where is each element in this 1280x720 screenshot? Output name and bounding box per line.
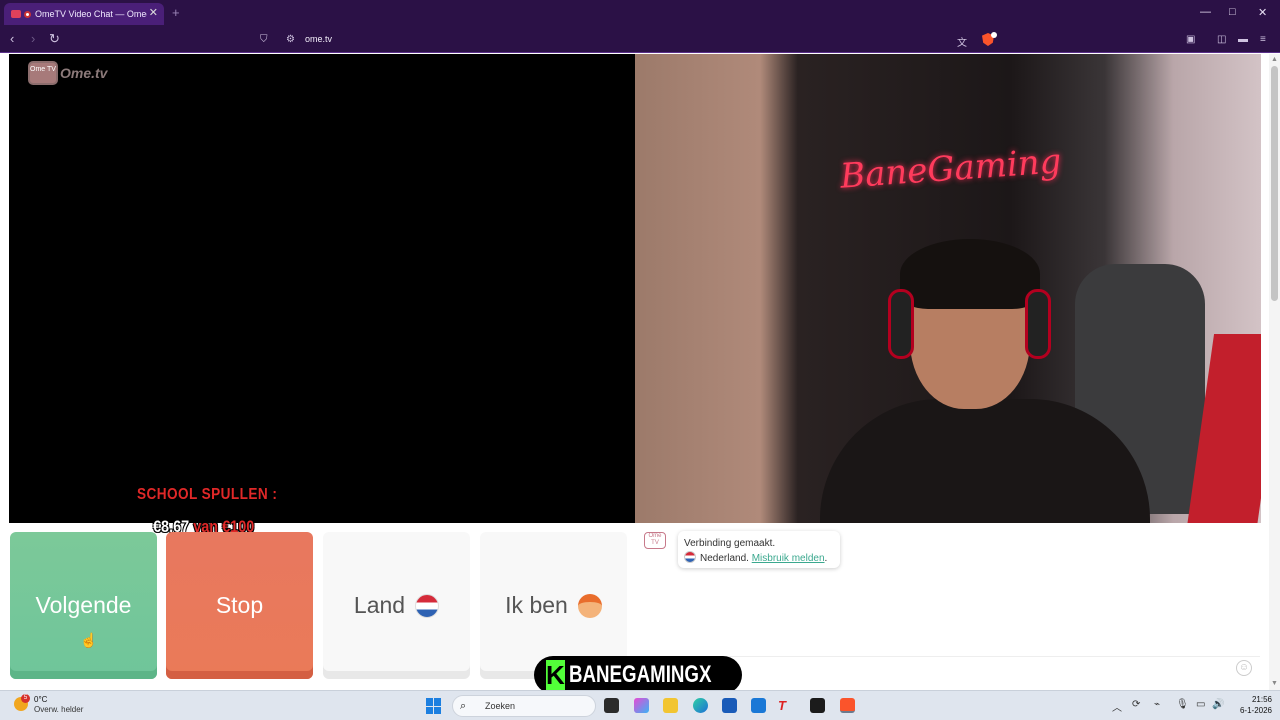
stranger-video: Ome TV Ome.tv SCHOOL SPULLEN : €8,67 van… <box>9 54 635 536</box>
display-icon[interactable]: ▭ <box>1196 699 1205 710</box>
report-abuse-link[interactable]: Misbruik melden <box>752 553 825 564</box>
store-icon[interactable] <box>722 698 737 713</box>
back-icon[interactable]: ‹ <box>10 32 14 46</box>
file-explorer-icon[interactable] <box>663 698 678 713</box>
ometv-favicon-icon <box>11 10 21 18</box>
maximize-button[interactable]: □ <box>1229 6 1236 18</box>
weather-alert-badge: 5 <box>21 694 30 703</box>
search-icon: ⌕ <box>460 700 467 712</box>
clock-time: 21:56 <box>1251 695 1272 704</box>
start-tile <box>434 706 441 714</box>
shields-badge <box>991 32 997 38</box>
streamer-badge: K BANEGAMINGX <box>534 656 742 694</box>
close-window-button[interactable]: ✕ <box>1258 6 1267 19</box>
partner-country-line: Nederland. Misbruik melden. <box>684 551 834 566</box>
clock-date: 6-1-2026 <box>1239 706 1272 715</box>
page-scrollbar[interactable]: ▲ ▼ <box>1269 54 1280 690</box>
copilot-icon[interactable] <box>634 698 649 713</box>
headphone-right <box>1025 289 1051 359</box>
translate-icon[interactable]: 文 <box>957 34 967 49</box>
report-link-period: . <box>824 553 828 564</box>
new-tab-button[interactable]: + <box>172 5 180 20</box>
minimize-button[interactable]: — <box>1200 6 1211 18</box>
logo-text: Ome.tv <box>60 65 108 81</box>
text-app-icon[interactable]: T <box>778 698 793 713</box>
netherlands-flag-icon <box>415 593 440 618</box>
tab-close-icon[interactable]: ✕ <box>149 6 158 19</box>
bookmark-icon[interactable]: ⛉ <box>260 34 268 45</box>
start-button[interactable] <box>426 698 442 714</box>
recording-icon <box>24 10 31 18</box>
edge-icon[interactable] <box>693 698 708 713</box>
start-tile <box>426 706 433 714</box>
ometv-chat-logo-icon: Ome TV <box>644 532 666 549</box>
sidebar-icon[interactable]: ◫ <box>1217 34 1226 45</box>
start-tile <box>434 698 441 706</box>
browser-tab[interactable]: OmeTV Video Chat — Omeg ✕ <box>4 3 164 25</box>
hand-cursor-icon: ☝ <box>80 632 98 648</box>
microphone-icon[interactable]: 🎙 <box>1176 699 1189 710</box>
partner-country: Nederland. <box>700 553 749 564</box>
reload-icon[interactable]: ↻ <box>49 32 60 46</box>
scroll-down-icon[interactable]: ▼ <box>1271 680 1278 687</box>
outlook-icon[interactable] <box>751 698 766 713</box>
tab-search-icon[interactable]: ▣ <box>1186 34 1195 45</box>
tray-overflow-icon[interactable]: ︿ <box>1112 699 1122 714</box>
tv-logo-icon: Ome TV <box>28 61 58 85</box>
weather-condition: Overw. helder <box>34 705 84 714</box>
site-settings-icon[interactable]: ⚙ <box>286 34 295 45</box>
brave-taskbar-icon[interactable] <box>840 698 855 713</box>
search-placeholder: Zoeken <box>485 701 516 711</box>
temperature: 0°C <box>34 695 48 704</box>
windows-taskbar: 5 0°C Overw. helder ⌕ Zoeken T ︿ ⟳ ⌁ 🎙 ▭… <box>0 690 1280 720</box>
sync-icon[interactable]: ⟳ <box>1132 699 1140 710</box>
gender-button-label: Ik ben <box>505 592 568 618</box>
stop-button-label: Stop <box>215 592 264 618</box>
ometv-logo[interactable]: Ome TV Ome.tv <box>28 61 107 85</box>
boy-emoji-icon <box>577 593 602 618</box>
browser-tab-bar: OmeTV Video Chat — Omeg ✕ + — □ ✕ <box>0 0 1280 27</box>
donation-goal-title: SCHOOL SPULLEN : <box>137 486 278 503</box>
forward-icon[interactable]: › <box>31 32 35 46</box>
country-button[interactable]: Land <box>323 532 470 679</box>
headphone-left <box>888 289 914 359</box>
scroll-up-icon[interactable]: ▲ <box>1271 56 1278 63</box>
start-tile <box>426 698 433 706</box>
wallet-icon[interactable]: ▬ <box>1238 34 1248 45</box>
emoji-icon[interactable]: ☺ <box>1236 660 1252 676</box>
media-app-icon[interactable] <box>810 698 825 713</box>
stop-button[interactable]: Stop <box>166 532 313 679</box>
scrollbar-thumb[interactable] <box>1271 66 1278 301</box>
address-bar[interactable]: ome.tv <box>305 34 332 44</box>
self-webcam-video: BaneGaming <box>635 54 1261 523</box>
browser-toolbar: ‹ › ↻ ⛉ ⚙ ome.tv 文 ▣ ◫ ▬ ≡ <box>0 27 1280 53</box>
netherlands-flag-small-icon <box>684 551 696 563</box>
taskbar-search[interactable]: ⌕ Zoeken <box>452 695 596 717</box>
next-button[interactable]: Volgende <box>10 532 157 679</box>
kick-logo-icon: K <box>546 660 565 690</box>
next-button-label: Volgende <box>35 592 132 618</box>
person-hair <box>900 239 1040 309</box>
connection-status: Verbinding gemaakt. <box>684 538 776 549</box>
system-message: Verbinding gemaakt. Nederland. Misbruik … <box>678 531 840 568</box>
tab-title: OmeTV Video Chat — Omeg <box>35 9 147 19</box>
menu-icon[interactable]: ≡ <box>1260 34 1266 45</box>
streamer-name: BANEGAMINGX <box>568 661 712 688</box>
network-icon[interactable]: ⌁ <box>1154 699 1160 710</box>
volume-icon[interactable]: 🔊 <box>1212 699 1224 710</box>
country-button-label: Land <box>353 592 406 618</box>
system-clock[interactable]: 21:56 6-1-2026 <box>1232 694 1272 716</box>
page-content: Ome TV Ome.tv SCHOOL SPULLEN : €8,67 van… <box>0 54 1280 690</box>
neon-sign: BaneGaming <box>838 141 1063 197</box>
task-view-icon[interactable] <box>604 698 619 713</box>
